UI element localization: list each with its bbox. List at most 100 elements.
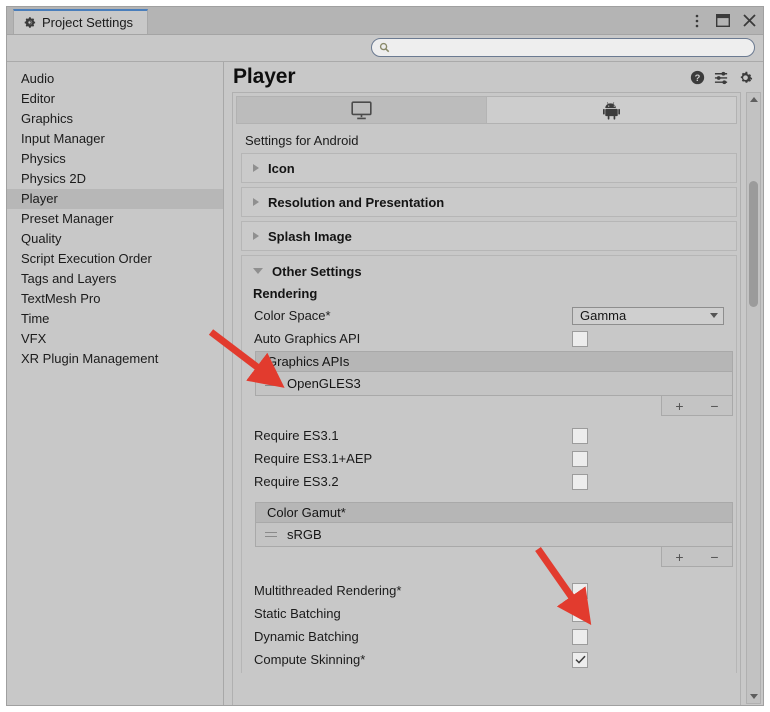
foldout-label: Other Settings bbox=[272, 263, 362, 279]
list-item[interactable]: OpenGLES3 bbox=[256, 372, 732, 395]
foldout-label: Icon bbox=[268, 160, 295, 176]
auto-graphics-api-label: Auto Graphics API bbox=[254, 331, 361, 346]
tab-standalone[interactable] bbox=[237, 97, 487, 123]
tab-android[interactable] bbox=[487, 97, 736, 123]
sidebar-item-script-execution-order[interactable]: Script Execution Order bbox=[7, 249, 223, 269]
sidebar-item-player[interactable]: Player bbox=[7, 189, 223, 209]
color-space-dropdown-wrap: Gamma bbox=[572, 306, 724, 325]
multithreaded-rendering-checkbox[interactable] bbox=[572, 582, 588, 599]
dynamic-batching-checkbox[interactable] bbox=[572, 628, 588, 645]
graphics-apis-header: Graphics APIs bbox=[255, 351, 733, 371]
sidebar-item-physics-2d[interactable]: Physics 2D bbox=[7, 169, 223, 189]
row-dynamic-batching: Dynamic Batching bbox=[242, 625, 736, 648]
help-icon[interactable]: ? bbox=[690, 70, 705, 85]
static-batching-checkbox[interactable] bbox=[572, 605, 588, 622]
sidebar-item-xr-plugin-management[interactable]: XR Plugin Management bbox=[7, 349, 223, 369]
static-batching-checkbox-wrap bbox=[572, 605, 588, 622]
monitor-icon bbox=[351, 100, 372, 119]
dynamic-batching-checkbox-wrap bbox=[572, 628, 588, 645]
color-space-dropdown[interactable]: Gamma bbox=[572, 306, 724, 325]
unity-project-settings-window: Project Settings Audio Editor Graphics I… bbox=[0, 0, 770, 712]
color-gamut-footer: + − bbox=[255, 547, 733, 567]
sidebar-item-physics[interactable]: Physics bbox=[7, 149, 223, 169]
row-auto-graphics-api: Auto Graphics API bbox=[242, 327, 736, 350]
scroll-down-icon[interactable] bbox=[747, 690, 760, 703]
search-input[interactable] bbox=[394, 41, 724, 54]
chevron-right-icon bbox=[253, 164, 259, 172]
scroll-up-icon[interactable] bbox=[747, 93, 760, 106]
sidebar-item-time[interactable]: Time bbox=[7, 309, 223, 329]
sidebar-item-audio[interactable]: Audio bbox=[7, 69, 223, 89]
inspector-scrollbar[interactable] bbox=[746, 92, 761, 704]
sidebar-item-textmesh-pro[interactable]: TextMesh Pro bbox=[7, 289, 223, 309]
compute-skinning-checkbox[interactable] bbox=[572, 651, 588, 668]
auto-graphics-api-checkbox[interactable] bbox=[572, 330, 588, 347]
gear-icon bbox=[24, 17, 36, 28]
auto-graphics-api-checkbox-wrap bbox=[572, 330, 588, 347]
scrollbar-thumb[interactable] bbox=[749, 181, 758, 307]
subsection-rendering-header: Rendering bbox=[253, 286, 318, 301]
require-es31-label: Require ES3.1 bbox=[254, 428, 339, 443]
sidebar-item-tags-and-layers[interactable]: Tags and Layers bbox=[7, 269, 223, 289]
graphics-apis-list: Graphics APIs OpenGLES3 + − bbox=[255, 351, 733, 416]
require-es31-aep-checkbox-wrap bbox=[572, 450, 588, 467]
panel-header-icons: ? bbox=[690, 70, 753, 85]
preset-icon[interactable] bbox=[714, 70, 729, 85]
sidebar-item-vfx[interactable]: VFX bbox=[7, 329, 223, 349]
search-box[interactable] bbox=[371, 38, 755, 57]
color-gamut-header: Color Gamut* bbox=[255, 502, 733, 522]
settings-sidebar: Audio Editor Graphics Input Manager Phys… bbox=[7, 62, 224, 705]
more-options-icon[interactable] bbox=[689, 13, 705, 29]
add-button[interactable]: + bbox=[675, 399, 683, 413]
title-bar: Project Settings bbox=[7, 7, 763, 35]
check-icon bbox=[574, 655, 586, 664]
foldout-label: Splash Image bbox=[268, 228, 352, 244]
chevron-down-icon bbox=[710, 313, 718, 318]
page-title: Player bbox=[233, 65, 296, 88]
remove-button[interactable]: − bbox=[710, 399, 718, 413]
row-color-space: Color Space* Gamma bbox=[242, 304, 736, 327]
search-row bbox=[7, 35, 763, 62]
require-es32-label: Require ES3.2 bbox=[254, 474, 339, 489]
dynamic-batching-label: Dynamic Batching bbox=[254, 629, 359, 644]
sidebar-item-input-manager[interactable]: Input Manager bbox=[7, 129, 223, 149]
window-frame: Project Settings Audio Editor Graphics I… bbox=[6, 6, 764, 706]
graphics-apis-footer: + − bbox=[255, 396, 733, 416]
static-batching-label: Static Batching bbox=[254, 606, 341, 621]
gear-icon[interactable] bbox=[738, 70, 753, 85]
tab-label: Project Settings bbox=[42, 15, 134, 30]
foldout-other-settings[interactable]: Other Settings bbox=[242, 256, 736, 286]
row-compute-skinning: Compute Skinning* bbox=[242, 648, 736, 671]
sidebar-item-preset-manager[interactable]: Preset Manager bbox=[7, 209, 223, 229]
multithreaded-rendering-checkbox-wrap bbox=[572, 582, 588, 599]
color-space-value: Gamma bbox=[580, 308, 627, 323]
search-icon bbox=[379, 42, 390, 53]
settings-for-label: Settings for Android bbox=[245, 133, 359, 148]
remove-button[interactable]: − bbox=[710, 550, 718, 564]
list-item[interactable]: sRGB bbox=[256, 523, 732, 546]
sidebar-item-quality[interactable]: Quality bbox=[7, 229, 223, 249]
row-multithreaded-rendering: Multithreaded Rendering* bbox=[242, 579, 736, 602]
sidebar-item-editor[interactable]: Editor bbox=[7, 89, 223, 109]
foldout-splash-image[interactable]: Splash Image bbox=[241, 221, 737, 251]
require-es32-checkbox[interactable] bbox=[572, 473, 588, 490]
tab-project-settings[interactable]: Project Settings bbox=[13, 9, 149, 34]
compute-skinning-checkbox-wrap bbox=[572, 651, 588, 668]
content-body: Audio Editor Graphics Input Manager Phys… bbox=[7, 62, 763, 705]
window-layout-icon[interactable] bbox=[715, 13, 731, 29]
add-button[interactable]: + bbox=[675, 550, 683, 564]
row-static-batching: Static Batching bbox=[242, 602, 736, 625]
row-require-es31: Require ES3.1 bbox=[242, 424, 736, 447]
drag-handle-icon[interactable] bbox=[265, 532, 277, 537]
drag-handle-icon[interactable] bbox=[265, 381, 277, 386]
inspector-scroll-area: Settings for Android Icon Resolution and… bbox=[232, 92, 741, 705]
foldout-resolution-and-presentation[interactable]: Resolution and Presentation bbox=[241, 187, 737, 217]
foldout-icon[interactable]: Icon bbox=[241, 153, 737, 183]
sidebar-item-graphics[interactable]: Graphics bbox=[7, 109, 223, 129]
require-es31-aep-checkbox[interactable] bbox=[572, 450, 588, 467]
platform-tab-bar bbox=[236, 96, 737, 124]
close-icon[interactable] bbox=[741, 13, 757, 29]
require-es31-checkbox[interactable] bbox=[572, 427, 588, 444]
row-require-es31-aep: Require ES3.1+AEP bbox=[242, 447, 736, 470]
player-settings-panel: Player ? Settings for Android Icon Resol… bbox=[224, 62, 763, 705]
